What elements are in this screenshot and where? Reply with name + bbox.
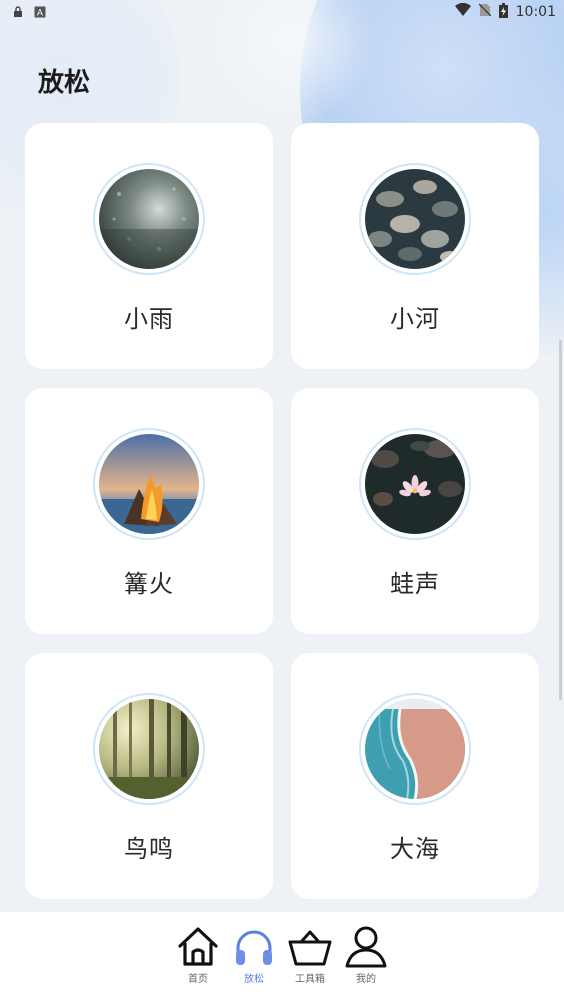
card-label: 小雨 xyxy=(124,305,174,333)
sound-card-grid: 小雨 小河 篝火 蛙声 鸟鸣 大海 xyxy=(25,123,539,899)
river-rocks-photo xyxy=(359,163,471,275)
home-icon xyxy=(175,924,221,970)
a-notification-icon: A xyxy=(34,3,46,22)
nav-label: 工具箱 xyxy=(295,974,325,985)
forest-photo xyxy=(93,693,205,805)
nav-label: 放松 xyxy=(244,974,264,985)
nav-profile[interactable]: 我的 xyxy=(345,924,387,985)
user-icon xyxy=(343,924,389,970)
wifi-icon xyxy=(454,2,471,21)
card-label: 篝火 xyxy=(124,570,174,598)
nav-label: 首页 xyxy=(188,974,208,985)
card-label: 鸟鸣 xyxy=(124,835,174,863)
lock-notification-icon xyxy=(12,3,24,22)
no-sim-icon xyxy=(478,3,492,21)
campfire-photo xyxy=(93,428,205,540)
lotus-pond-photo xyxy=(359,428,471,540)
nav-home[interactable]: 首页 xyxy=(177,924,219,985)
nav-relax[interactable]: 放松 xyxy=(233,924,275,985)
sound-card-birds[interactable]: 鸟鸣 xyxy=(25,653,273,899)
basket-icon xyxy=(287,924,333,970)
sound-card-ocean[interactable]: 大海 xyxy=(291,653,539,899)
svg-text:A: A xyxy=(37,8,44,18)
rain-window-photo xyxy=(93,163,205,275)
card-label: 蛙声 xyxy=(390,570,440,598)
ocean-beach-photo xyxy=(359,693,471,805)
card-label: 小河 xyxy=(390,305,440,333)
headphones-icon xyxy=(231,924,277,970)
sound-card-campfire[interactable]: 篝火 xyxy=(25,388,273,634)
nav-label: 我的 xyxy=(356,974,376,985)
nav-toolbox[interactable]: 工具箱 xyxy=(287,924,333,985)
page-title: 放松 xyxy=(38,68,91,98)
sound-card-rain[interactable]: 小雨 xyxy=(25,123,273,369)
sound-card-frog[interactable]: 蛙声 xyxy=(291,388,539,634)
scrollbar[interactable] xyxy=(559,340,562,700)
status-bar: A 10:01 xyxy=(0,0,564,24)
bottom-nav: 首页 放松 工具箱 我的 xyxy=(0,912,564,1002)
status-time: 10:01 xyxy=(515,4,556,20)
sound-card-river[interactable]: 小河 xyxy=(291,123,539,369)
card-label: 大海 xyxy=(390,835,440,863)
battery-charging-icon xyxy=(498,2,508,22)
